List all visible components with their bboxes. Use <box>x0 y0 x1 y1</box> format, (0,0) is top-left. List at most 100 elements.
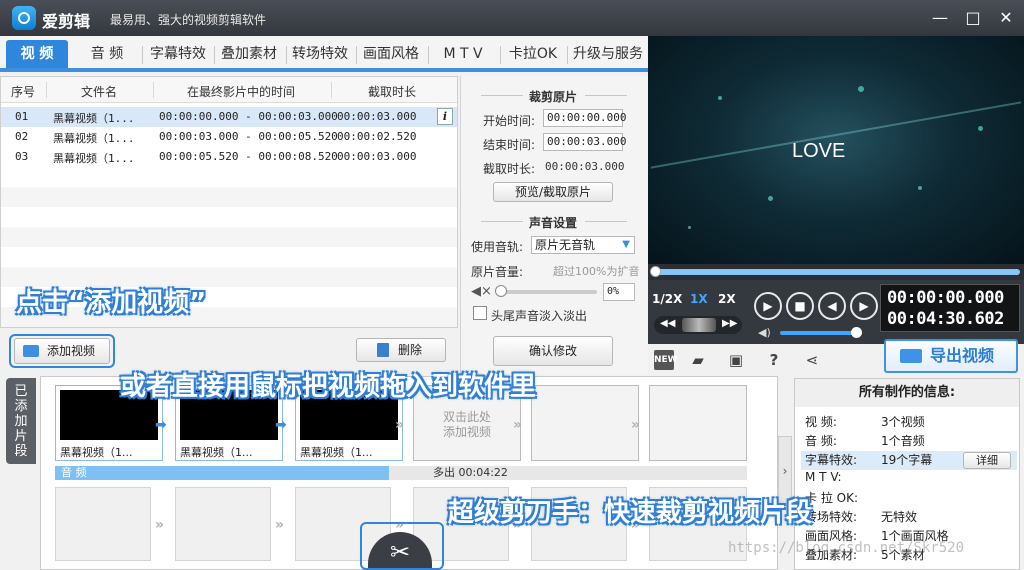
scissors-highlight <box>360 522 444 570</box>
section-divider <box>481 221 523 222</box>
info-key: 视 频: <box>805 415 837 429</box>
open-folder-icon[interactable]: ▰ <box>688 350 708 370</box>
empty-clip-slot[interactable] <box>531 385 639 461</box>
volume-slider[interactable] <box>497 290 597 294</box>
watermark: https://blog.csdn.net/Skr520 <box>728 540 965 556</box>
empty-row <box>1 187 457 207</box>
maximize-button[interactable]: □ <box>961 6 985 30</box>
jog-wheel[interactable]: ◀◀ ▶▶ <box>654 316 742 334</box>
trash-icon <box>377 343 389 357</box>
fade-checkbox[interactable] <box>473 306 487 320</box>
share-icon[interactable]: ⋖ <box>802 350 822 370</box>
video-list-row[interactable]: 01 黑幕视频（1... 00:00:00.000 - 00:00:03.000… <box>1 107 457 127</box>
trim-panel: 裁剪原片 开始时间: 00:00:00.000 结束时间: 00:00:03.0… <box>460 76 648 374</box>
minimize-button[interactable]: — <box>928 6 952 30</box>
playback-controls: 1/2X 1X 2X ◀◀ ▶▶ ▶ ■ ◀ ▶ ◀) 00:00:00.000… <box>648 280 1024 344</box>
preview-volume-handle[interactable] <box>851 327 862 338</box>
mute-icon[interactable]: ◀× <box>471 284 492 299</box>
info-icon[interactable]: i <box>437 108 453 125</box>
column-header-filename: 文件名 <box>81 85 118 99</box>
bokeh-dot <box>978 126 983 131</box>
info-key: M T V: <box>805 470 842 484</box>
volume-value-field[interactable]: 0% <box>603 283 635 301</box>
confirm-button[interactable]: 确认修改 <box>493 336 613 366</box>
column-divider <box>153 82 154 98</box>
column-divider <box>46 82 47 98</box>
speed-2x-button[interactable]: 2X <box>718 292 736 306</box>
added-clips-tab[interactable]: 已添加片段 <box>6 378 36 464</box>
video-list-header: 序号 文件名 在最终影片中的时间 截取时长 <box>1 77 457 103</box>
playback-progress[interactable] <box>648 264 1024 280</box>
video-list-row[interactable]: 03 黑幕视频（1... 00:00:05.520 - 00:00:08.520… <box>1 147 457 167</box>
video-list-row[interactable]: 02 黑幕视频（1... 00:00:03.000 - 00:00:05.520… <box>1 127 457 147</box>
volume-hint: 超过100%为扩音 <box>553 265 640 278</box>
info-value: 无特效 <box>881 510 918 524</box>
next-frame-icon[interactable]: ▶ <box>850 292 878 320</box>
duration-label: 截取时长: <box>483 162 536 176</box>
duration-value: 00:00:03.000 <box>545 160 625 173</box>
tab-video[interactable]: 视 频 <box>6 40 68 68</box>
previous-frame-icon[interactable]: ◀ <box>818 292 846 320</box>
close-button[interactable]: ✕ <box>994 6 1018 30</box>
tab-picture-style[interactable]: 画面风格 <box>358 40 424 68</box>
progress-handle[interactable] <box>650 266 661 277</box>
speed-1x-button[interactable]: 1X <box>690 292 708 306</box>
bokeh-dot <box>918 186 922 190</box>
start-time-field[interactable]: 00:00:00.000 <box>543 109 626 127</box>
empty-row <box>1 227 457 247</box>
delete-label: 删除 <box>397 343 422 357</box>
export-icon <box>900 349 922 363</box>
drag-hint-caption: 或者直接用鼠标把视频拖入到软件里 <box>120 372 537 402</box>
jog-knob[interactable] <box>682 318 716 332</box>
tab-upgrade-service[interactable]: 升级与服务 <box>570 40 646 68</box>
empty-clip-slot[interactable] <box>55 487 151 561</box>
rewind-icon[interactable]: ◀◀ <box>660 318 675 329</box>
audio-track-bar[interactable]: 音 频 多出 00:04:22 <box>55 466 747 480</box>
progress-track[interactable] <box>654 269 1020 275</box>
title-bar: 爱剪辑 最易用、强大的视频剪辑软件 — □ ✕ <box>0 0 1024 36</box>
audio-track-select[interactable]: 原片无音轨 ▼ <box>531 236 635 254</box>
preview-text: LOVE <box>792 140 846 162</box>
empty-clip-slot[interactable] <box>175 487 271 561</box>
tab-karaoke[interactable]: 卡拉OK <box>502 40 564 68</box>
sound-settings-title: 声音设置 <box>529 216 578 230</box>
detail-button[interactable]: 详细 <box>963 452 1011 469</box>
preview-volume-slider[interactable] <box>780 331 856 335</box>
preview-trim-button[interactable]: 预览/截取原片 <box>493 182 613 202</box>
info-row: 视 频: 3个视频 <box>805 413 1015 432</box>
clip-caption: 黑幕视频（1... <box>60 446 133 459</box>
clip-caption: 黑幕视频（1... <box>300 446 373 459</box>
end-time-field[interactable]: 00:00:03.000 <box>543 133 626 151</box>
app-logo-icon <box>12 6 36 30</box>
info-row: M T V: <box>805 470 1015 489</box>
speed-half-button[interactable]: 1/2X <box>652 292 682 306</box>
row-time-range: 00:00:00.000 - 00:00:03.000 <box>159 110 338 123</box>
play-icon[interactable]: ▶ <box>754 292 782 320</box>
delete-button[interactable]: 删除 <box>356 338 446 362</box>
total-time: 00:04:30.602 <box>887 309 1004 329</box>
new-project-icon[interactable]: NEW <box>654 350 678 370</box>
video-preview[interactable]: LOVE <box>648 36 1024 264</box>
tab-mtv[interactable]: M T V <box>430 40 496 68</box>
save-icon[interactable]: ▣ <box>726 350 746 370</box>
help-icon[interactable]: ? <box>764 350 784 370</box>
chevron-down-icon: ▼ <box>622 239 630 250</box>
volume-slider-handle[interactable] <box>495 285 507 297</box>
speaker-icon[interactable]: ◀) <box>758 326 771 339</box>
info-key: 转场特效: <box>805 510 858 524</box>
tab-audio[interactable]: 音 频 <box>76 40 138 68</box>
row-filename: 黑幕视频（1... <box>53 112 135 125</box>
tab-separator <box>286 46 287 64</box>
tab-subtitle-effects[interactable]: 字幕特效 <box>146 40 210 68</box>
export-video-button[interactable]: 导出视频 <box>884 339 1018 373</box>
stop-icon[interactable]: ■ <box>786 292 814 320</box>
tab-overlay-material[interactable]: 叠加素材 <box>216 40 282 68</box>
empty-clip-slot[interactable] <box>649 385 747 461</box>
chevron-right-icon: » <box>631 417 641 433</box>
fast-forward-icon[interactable]: ▶▶ <box>722 318 737 329</box>
chevron-right-icon: » <box>395 417 405 433</box>
info-key: 卡 拉 OK: <box>805 491 858 505</box>
trim-title: 裁剪原片 <box>529 90 578 104</box>
info-row: 音 频: 1个音频 <box>805 432 1015 451</box>
tab-transition-effects[interactable]: 转场特效 <box>288 40 352 68</box>
